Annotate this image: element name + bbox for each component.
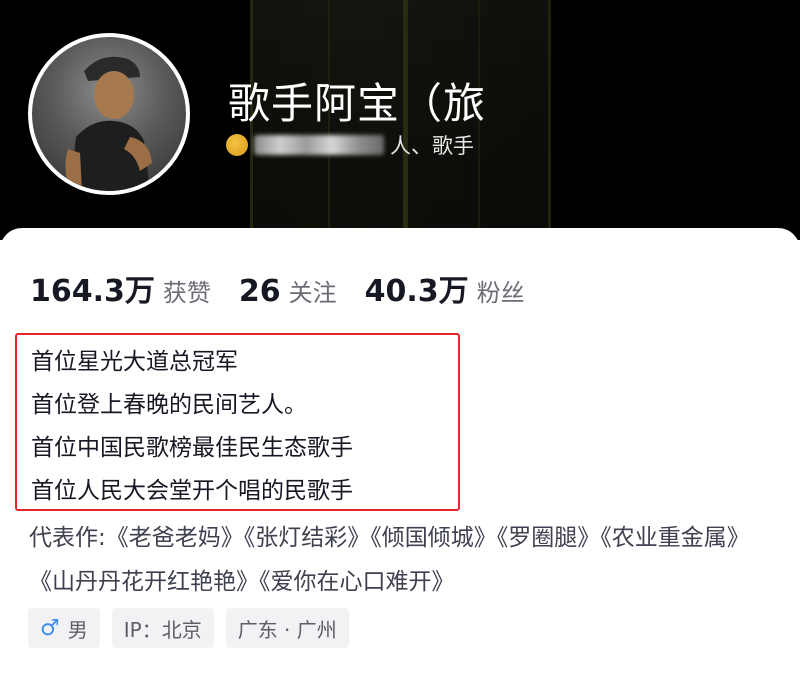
followers-count[interactable]: 40.3万 [365,266,469,310]
profile-name: 歌手阿宝（旅 [228,79,487,128]
avatar[interactable] [28,33,190,195]
bio-line: 首位人民大会堂开个唱的民歌手 [31,478,353,504]
following-count[interactable]: 26 [239,274,281,309]
male-icon: ♂ [40,615,60,641]
followers-label[interactable]: 粉丝 [477,273,525,308]
profile-header: 歌手阿宝（旅 人、歌手 [0,0,800,240]
location-tag: 广东 · 广州 [225,608,349,648]
bio-line: 首位星光大道总冠军 [31,349,238,375]
profile-tags: ♂ 男 IP：北京 广东 · 广州 [28,608,349,648]
gender-tag: ♂ 男 [28,608,100,648]
profile-subtitle: 人、歌手 [226,130,474,160]
likes-count: 164.3万 [30,274,155,309]
profile-subtitle-text: 人、歌手 [390,134,474,158]
ip-location-tag: IP：北京 [111,608,214,648]
bio-line: 首位登上春晚的民间艺人。 [31,392,307,418]
gender-label: 男 [67,617,88,642]
likes-label: 获赞 [162,279,211,307]
representative-works: 代表作:《老爸老妈》《张灯结彩》《倾国倾城》《罗圈腿》《农业重金属》 《山丹丹花… [29,525,750,595]
avatar-photo [65,56,152,191]
verified-badge-icon [226,134,248,156]
bio-line: 首位中国民歌榜最佳民生态歌手 [31,435,353,461]
following-label[interactable]: 关注 [289,273,337,308]
stats-row: 164.3万 获赞 26 关注 40.3万 粉丝 [30,266,553,310]
blurred-text [254,135,384,155]
